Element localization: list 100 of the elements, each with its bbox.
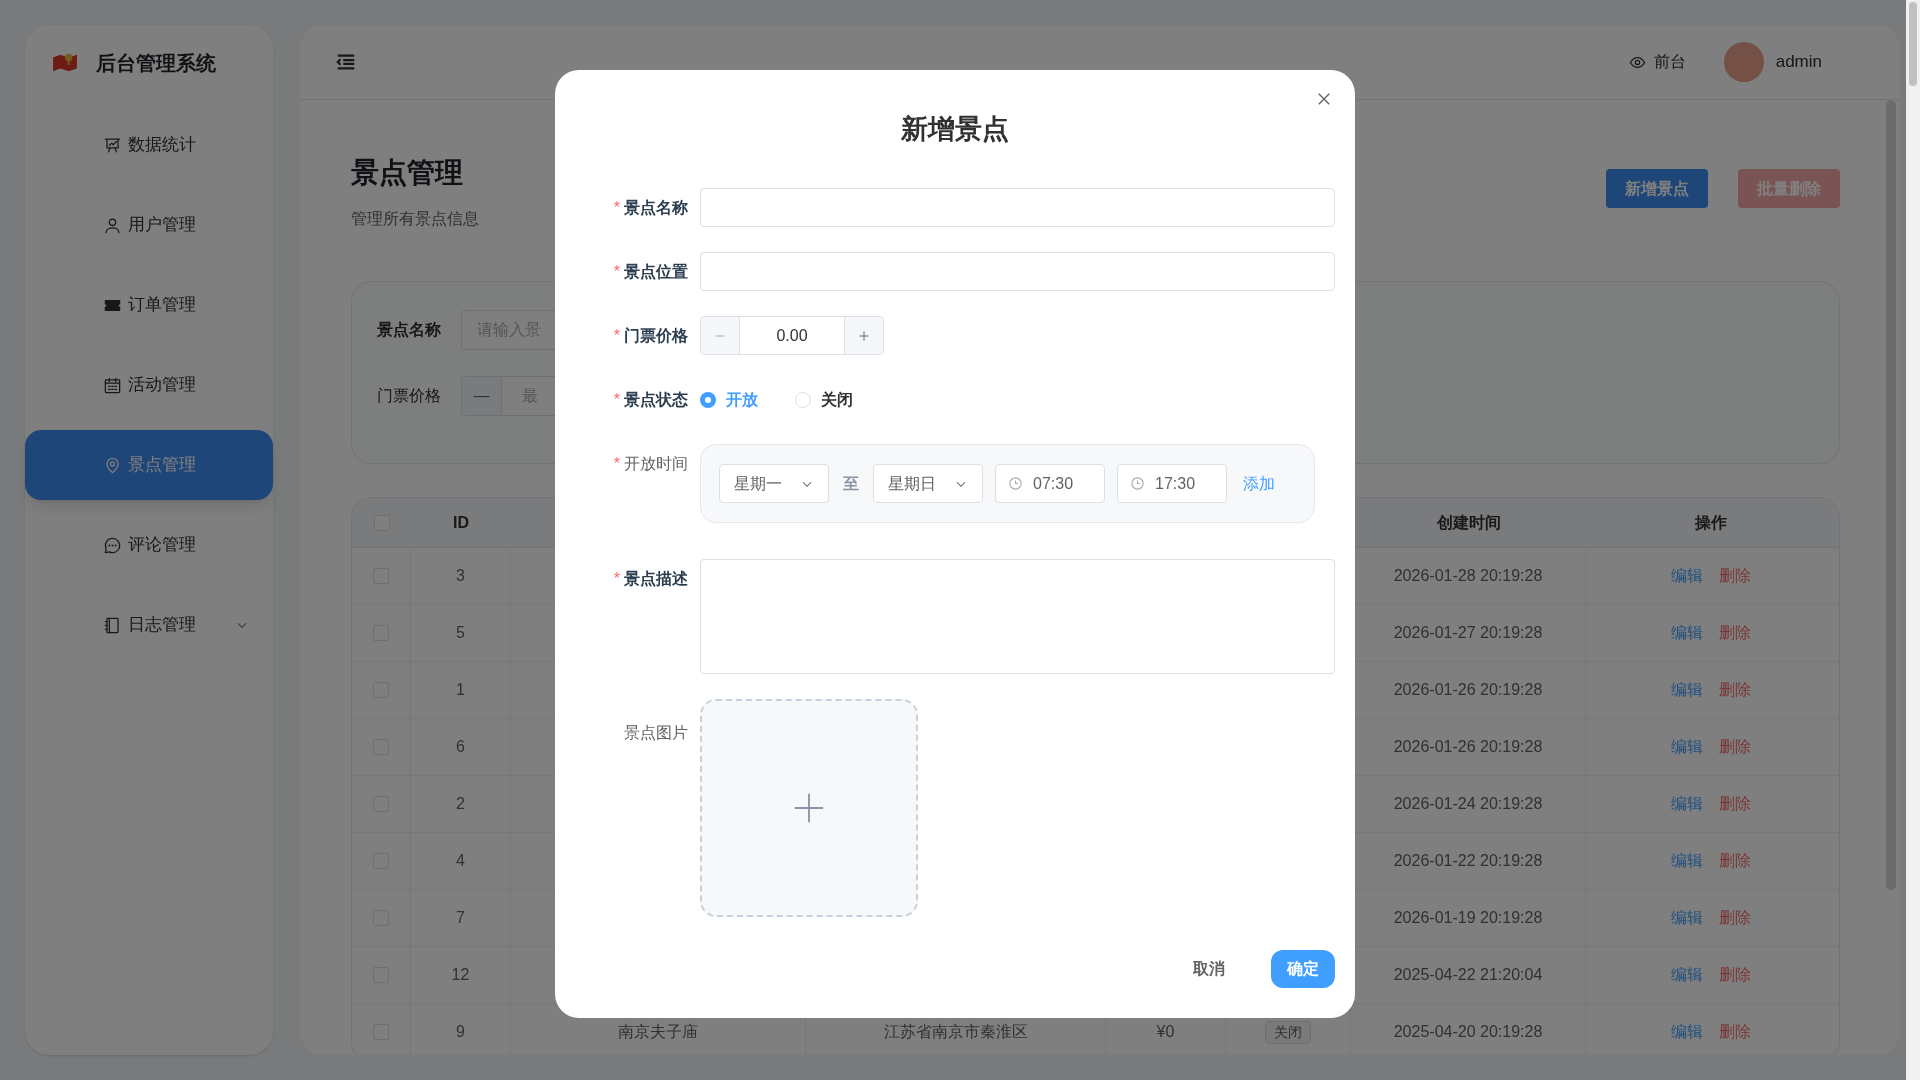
- table-cell-text: 2026-01-26 20:19:28: [1393, 680, 1543, 700]
- table-cell-text: 2: [456, 794, 465, 814]
- table-cell-text: 2026-01-24 20:19:28: [1393, 794, 1543, 814]
- table-cell-text: 2026-01-22 20:19:28: [1393, 851, 1543, 871]
- table-cell-text: 2026-01-26 20:19:28: [1393, 737, 1543, 757]
- radio-button[interactable]: [700, 392, 716, 408]
- text-field[interactable]: [700, 188, 1335, 227]
- user-avatar[interactable]: [1723, 42, 1764, 82]
- radio-label[interactable]: 关闭: [821, 388, 853, 412]
- edit-link[interactable]: 编辑: [1671, 792, 1703, 816]
- field-label: 门票价格: [624, 326, 688, 346]
- page-subtitle: 管理所有景点信息: [351, 209, 479, 229]
- field-label: 景点位置: [624, 262, 688, 282]
- table-cell-text: 12: [451, 965, 470, 985]
- edit-link[interactable]: 编辑: [1671, 1020, 1703, 1044]
- column-header: 创建时间: [1436, 512, 1501, 533]
- delete-link[interactable]: 删除: [1719, 564, 1751, 588]
- chat-icon: [102, 535, 122, 555]
- radio-label[interactable]: 开放: [726, 388, 758, 412]
- plus-icon[interactable]: [857, 328, 871, 343]
- delete-link[interactable]: 删除: [1719, 678, 1751, 702]
- calendar-icon: [102, 375, 122, 395]
- delete-link[interactable]: 删除: [1719, 1020, 1751, 1044]
- sidebar-item[interactable]: 订单管理: [25, 270, 273, 340]
- radio-button[interactable]: [795, 392, 811, 408]
- description-field[interactable]: [700, 559, 1335, 674]
- table-cell-text: ¥0: [1156, 1022, 1175, 1042]
- edit-link[interactable]: 编辑: [1671, 621, 1703, 645]
- table-cell-text: 1: [456, 680, 465, 700]
- scrollbar-thumb[interactable]: [1909, 2, 1917, 86]
- table-cell-text: 2026-01-19 20:19:28: [1393, 908, 1543, 928]
- clock-icon: [1130, 476, 1145, 491]
- edit-link[interactable]: 编辑: [1671, 735, 1703, 759]
- time-picker[interactable]: 17:30: [1117, 464, 1227, 503]
- table-cell-text: 3: [456, 566, 465, 586]
- delete-link[interactable]: 删除: [1719, 735, 1751, 759]
- required-asterisk: *: [613, 390, 620, 410]
- day-select[interactable]: 星期一: [719, 464, 829, 503]
- table-cell-text: 2025-04-22 21:20:04: [1393, 965, 1543, 985]
- field-label: 开放时间: [624, 454, 688, 474]
- add-button[interactable]: 新增景点: [1606, 169, 1708, 208]
- image-upload-area[interactable]: [700, 699, 918, 917]
- edit-link[interactable]: 编辑: [1671, 849, 1703, 873]
- brand-title: 后台管理系统: [96, 50, 216, 76]
- status-tag: 关闭: [1265, 1020, 1311, 1044]
- decrement-button[interactable]: —: [462, 377, 502, 415]
- sidebar-item[interactable]: 活动管理: [25, 350, 273, 420]
- field-label: 景点图片: [624, 723, 688, 743]
- field-label: 景点名称: [624, 198, 688, 218]
- plus-icon: [792, 791, 826, 825]
- table-cell-text: 5: [456, 623, 465, 643]
- delete-link[interactable]: 删除: [1719, 963, 1751, 987]
- sidebar-item[interactable]: 景点管理: [25, 430, 273, 500]
- page-title: 景点管理: [351, 156, 464, 190]
- add-link[interactable]: 添加: [1243, 471, 1275, 496]
- map-logo-icon: [52, 51, 78, 74]
- edit-link[interactable]: 编辑: [1671, 678, 1703, 702]
- field-label: 景点状态: [624, 390, 688, 410]
- edit-link[interactable]: 编辑: [1671, 906, 1703, 930]
- sidebar-item[interactable]: 评论管理: [25, 510, 273, 580]
- clock-icon: [1008, 476, 1023, 491]
- required-asterisk: *: [613, 198, 620, 218]
- sidebar-item[interactable]: 用户管理: [25, 190, 273, 260]
- table-cell-text: 7: [456, 908, 465, 928]
- edit-link[interactable]: 编辑: [1671, 963, 1703, 987]
- confirm-button[interactable]: 确定: [1271, 950, 1335, 988]
- column-header: ID: [453, 512, 469, 533]
- table-cell-text: 6: [456, 737, 465, 757]
- day-select[interactable]: 星期日: [873, 464, 983, 503]
- sidebar-item[interactable]: 日志管理: [25, 590, 273, 660]
- dialog-title: 新增景点: [901, 112, 1009, 146]
- text-field[interactable]: [700, 252, 1335, 291]
- required-asterisk: *: [613, 569, 620, 589]
- sidebar-item[interactable]: 数据统计: [25, 110, 273, 180]
- required-asterisk: *: [613, 454, 620, 474]
- delete-link[interactable]: 删除: [1719, 621, 1751, 645]
- delete-link[interactable]: 删除: [1719, 906, 1751, 930]
- cancel-button[interactable]: 取消: [1177, 950, 1241, 988]
- delete-link[interactable]: 删除: [1719, 792, 1751, 816]
- table-cell-text: 9: [456, 1022, 465, 1042]
- edit-link[interactable]: 编辑: [1671, 564, 1703, 588]
- required-asterisk: *: [613, 262, 620, 282]
- table-cell-text: 2025-04-20 20:19:28: [1393, 1022, 1543, 1042]
- range-separator: 至: [843, 473, 859, 494]
- field-label: 景点描述: [624, 569, 688, 589]
- filter-label: 门票价格: [377, 386, 442, 406]
- table-cell-text: 2026-01-28 20:19:28: [1393, 566, 1543, 586]
- delete-link[interactable]: 删除: [1719, 849, 1751, 873]
- filter-label: 景点名称: [377, 320, 442, 340]
- table-cell-text: 2026-01-27 20:19:28: [1393, 623, 1543, 643]
- required-asterisk: *: [613, 326, 620, 346]
- username: admin: [1775, 51, 1822, 74]
- table-cell-text: 4: [456, 851, 465, 871]
- table-cell-text: 江苏省南京市秦淮区: [883, 1022, 1028, 1042]
- column-header: 操作: [1695, 512, 1727, 533]
- time-picker[interactable]: 07:30: [995, 464, 1105, 503]
- frontend-link[interactable]: 前台: [1653, 50, 1686, 74]
- price-stepper[interactable]: 0.00: [700, 316, 884, 355]
- table-cell-text: 南京夫子庙: [618, 1022, 698, 1042]
- menu-fold-icon[interactable]: [335, 51, 357, 73]
